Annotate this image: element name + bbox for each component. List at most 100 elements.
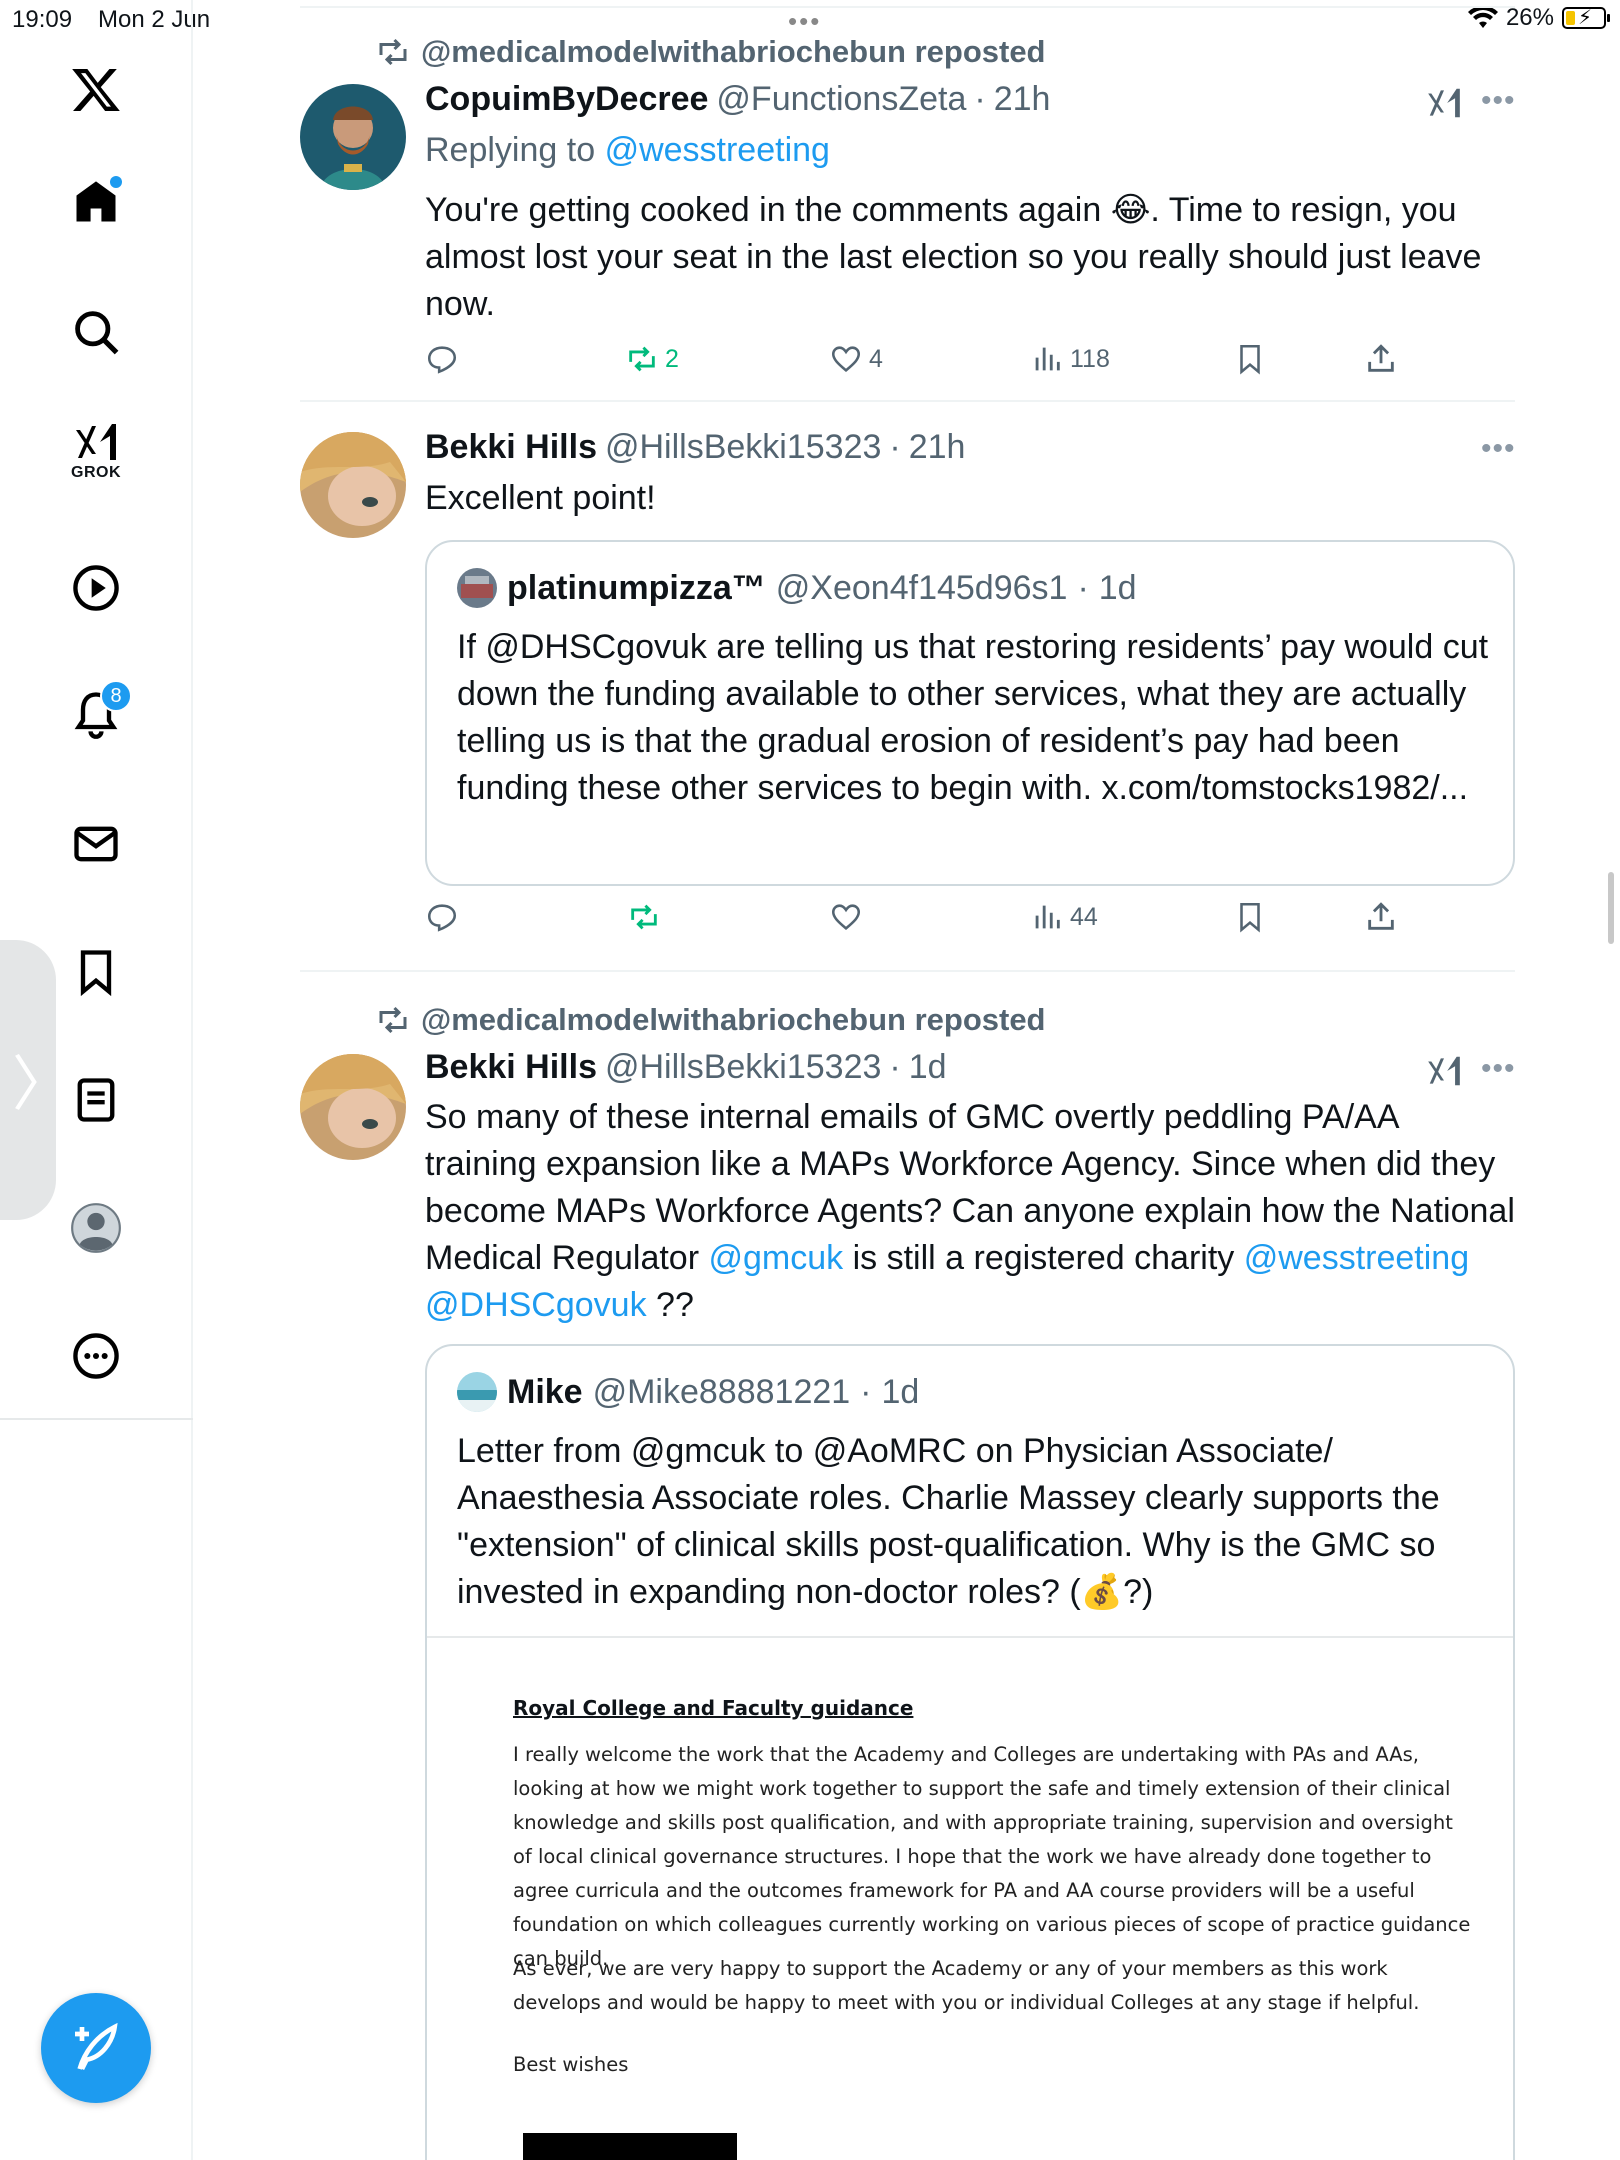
handle[interactable]: @FunctionsZeta xyxy=(716,80,966,119)
sidebar-item-search[interactable] xyxy=(62,298,130,366)
quote-text: If @DHSCgovuk are telling us that restor… xyxy=(457,628,1489,807)
quote-header: Mike @Mike88881221 · 1d xyxy=(457,1372,919,1412)
letter-paragraph: As ever, we are very happy to support th… xyxy=(513,1957,1420,2014)
grok-icon xyxy=(76,424,116,460)
money-bag-emoji: 💰 xyxy=(1080,1573,1124,1611)
grok-icon[interactable] xyxy=(1425,1052,1463,1090)
quoted-tweet[interactable]: platinumpizza™ @Xeon4f145d96s1 · 1d If @DH… xyxy=(425,540,1515,886)
repost-icon xyxy=(631,904,657,930)
letter-signoff: Best wishes xyxy=(513,2053,629,2076)
mention-link[interactable]: @gmcuk xyxy=(708,1239,843,1277)
x-logo-icon[interactable] xyxy=(62,56,130,124)
repost-icon xyxy=(379,1006,407,1034)
mention-link[interactable]: @wesstreeting xyxy=(605,131,830,169)
sidebar-item-bookmarks[interactable] xyxy=(62,938,130,1006)
quoted-tweet[interactable]: Mike @Mike88881221 · 1d Letter from @gmcuk… xyxy=(425,1344,1515,2160)
more-options-icon[interactable]: ••• xyxy=(1481,84,1516,118)
sidebar-item-more[interactable] xyxy=(62,1322,130,1390)
quote-timestamp: 1d xyxy=(881,1372,920,1411)
battery-icon: ⚡ xyxy=(1562,7,1610,29)
compose-button[interactable] xyxy=(41,1993,151,2103)
repost-text: @medicalmodelwithabriochebun reposted xyxy=(421,1002,1046,1037)
avatar[interactable] xyxy=(300,84,406,190)
bookmark-button[interactable] xyxy=(1233,342,1267,376)
quote-display-name: platinumpizza™ xyxy=(507,568,766,607)
more-options-icon[interactable]: ••• xyxy=(1481,1052,1516,1086)
repost-icon xyxy=(629,346,655,372)
letter-paragraph: I really welcome the work that the Acade… xyxy=(513,1743,1471,1970)
handle[interactable]: @HillsBekki15323 xyxy=(605,1048,881,1087)
timestamp[interactable]: 21h xyxy=(994,80,1051,119)
separator-dot: · xyxy=(889,1048,901,1086)
quote-text: Letter from @gmcuk to @AoMRC on Physicia… xyxy=(457,1428,1497,1616)
quote-display-name: Mike xyxy=(507,1372,583,1411)
repost-line: @medicalmodelwithabriochebun reposted xyxy=(375,1002,1046,1038)
like-button[interactable] xyxy=(829,900,863,934)
display-name[interactable]: Bekki Hills xyxy=(425,1048,597,1087)
avatar[interactable] xyxy=(300,432,406,538)
like-button[interactable]: 4 xyxy=(829,342,883,376)
scrollbar[interactable] xyxy=(1608,872,1614,944)
tweet-actions: 2 4 118 xyxy=(425,342,1425,382)
sidebar-handle[interactable]: 〉 xyxy=(0,940,72,1220)
reply-icon xyxy=(427,904,457,932)
grok-icon[interactable] xyxy=(1425,84,1463,122)
sidebar-item-grok[interactable]: GROK xyxy=(62,418,130,486)
separator-dot: · xyxy=(889,428,901,466)
quote-timestamp: 1d xyxy=(1098,568,1137,607)
avatar[interactable] xyxy=(300,1054,406,1160)
document-icon xyxy=(77,1078,115,1122)
divider xyxy=(300,6,1515,8)
bookmark-button[interactable] xyxy=(1233,900,1267,934)
views-icon xyxy=(1035,905,1060,929)
tweet[interactable]: @medicalmodelwithabriochebun reposted Be… xyxy=(300,972,1515,2160)
sidebar-item-videos[interactable] xyxy=(62,554,130,622)
repost-button[interactable] xyxy=(627,900,661,934)
tweet-header: CopuimByDecree @FunctionsZeta · 21h xyxy=(425,80,1050,119)
letter-heading: Royal College and Faculty guidance xyxy=(513,1696,914,1720)
share-button[interactable] xyxy=(1364,342,1398,376)
play-icon xyxy=(73,565,119,611)
display-name[interactable]: CopuimByDecree xyxy=(425,80,708,119)
quote-image-letter[interactable]: Royal College and Faculty guidance I rea… xyxy=(427,1636,1513,2160)
tweet[interactable]: Bekki Hills @HillsBekki15323 · 21h ••• Exc… xyxy=(300,402,1515,972)
repost-button[interactable]: 2 xyxy=(625,342,679,376)
chevron-right-icon: 〉 xyxy=(12,1051,72,1118)
repost-count: 2 xyxy=(665,344,679,373)
mention-link[interactable]: @DHSCgovuk xyxy=(425,1286,647,1324)
sidebar-item-profile[interactable] xyxy=(62,1194,130,1262)
sidebar-item-lists[interactable] xyxy=(62,1066,130,1134)
tweet[interactable]: @medicalmodelwithabriochebun reposted Co… xyxy=(300,0,1515,402)
separator-dot: · xyxy=(860,1372,872,1411)
tweet-text: So many of these internal emails of GMC … xyxy=(425,1094,1515,1329)
tweet-text: Excellent point! xyxy=(425,479,656,517)
sidebar-item-notifications[interactable]: 8 xyxy=(62,680,132,748)
timestamp[interactable]: 21h xyxy=(909,428,966,467)
search-icon xyxy=(75,311,119,355)
quote-handle: @Mike88881221 xyxy=(592,1372,851,1411)
more-icon xyxy=(73,1333,119,1379)
views-button[interactable]: 44 xyxy=(1030,900,1098,934)
bookmark-icon xyxy=(1240,902,1260,933)
mention-link[interactable]: @wesstreeting xyxy=(1244,1239,1469,1277)
person-icon xyxy=(71,1203,121,1253)
views-count: 44 xyxy=(1070,902,1098,931)
reply-button[interactable] xyxy=(425,342,459,376)
battery-fill xyxy=(1566,11,1575,25)
views-button[interactable]: 118 xyxy=(1030,342,1110,376)
sidebar-divider xyxy=(0,1418,193,1420)
views-count: 118 xyxy=(1070,344,1110,373)
repost-line: @medicalmodelwithabriochebun reposted xyxy=(375,34,1046,70)
separator-dot: · xyxy=(974,80,986,118)
reply-button[interactable] xyxy=(425,900,459,934)
handle[interactable]: @HillsBekki15323 xyxy=(605,428,881,467)
share-button[interactable] xyxy=(1364,900,1398,934)
timestamp[interactable]: 1d xyxy=(909,1048,947,1087)
quote-handle: @Xeon4f145d96s1 xyxy=(775,568,1068,607)
sidebar-item-messages[interactable] xyxy=(62,810,130,878)
redacted-signature xyxy=(523,2133,737,2160)
display-name[interactable]: Bekki Hills xyxy=(425,428,597,467)
more-options-icon[interactable]: ••• xyxy=(1481,432,1516,466)
like-count: 4 xyxy=(869,344,883,373)
sidebar-item-home[interactable] xyxy=(62,168,130,236)
